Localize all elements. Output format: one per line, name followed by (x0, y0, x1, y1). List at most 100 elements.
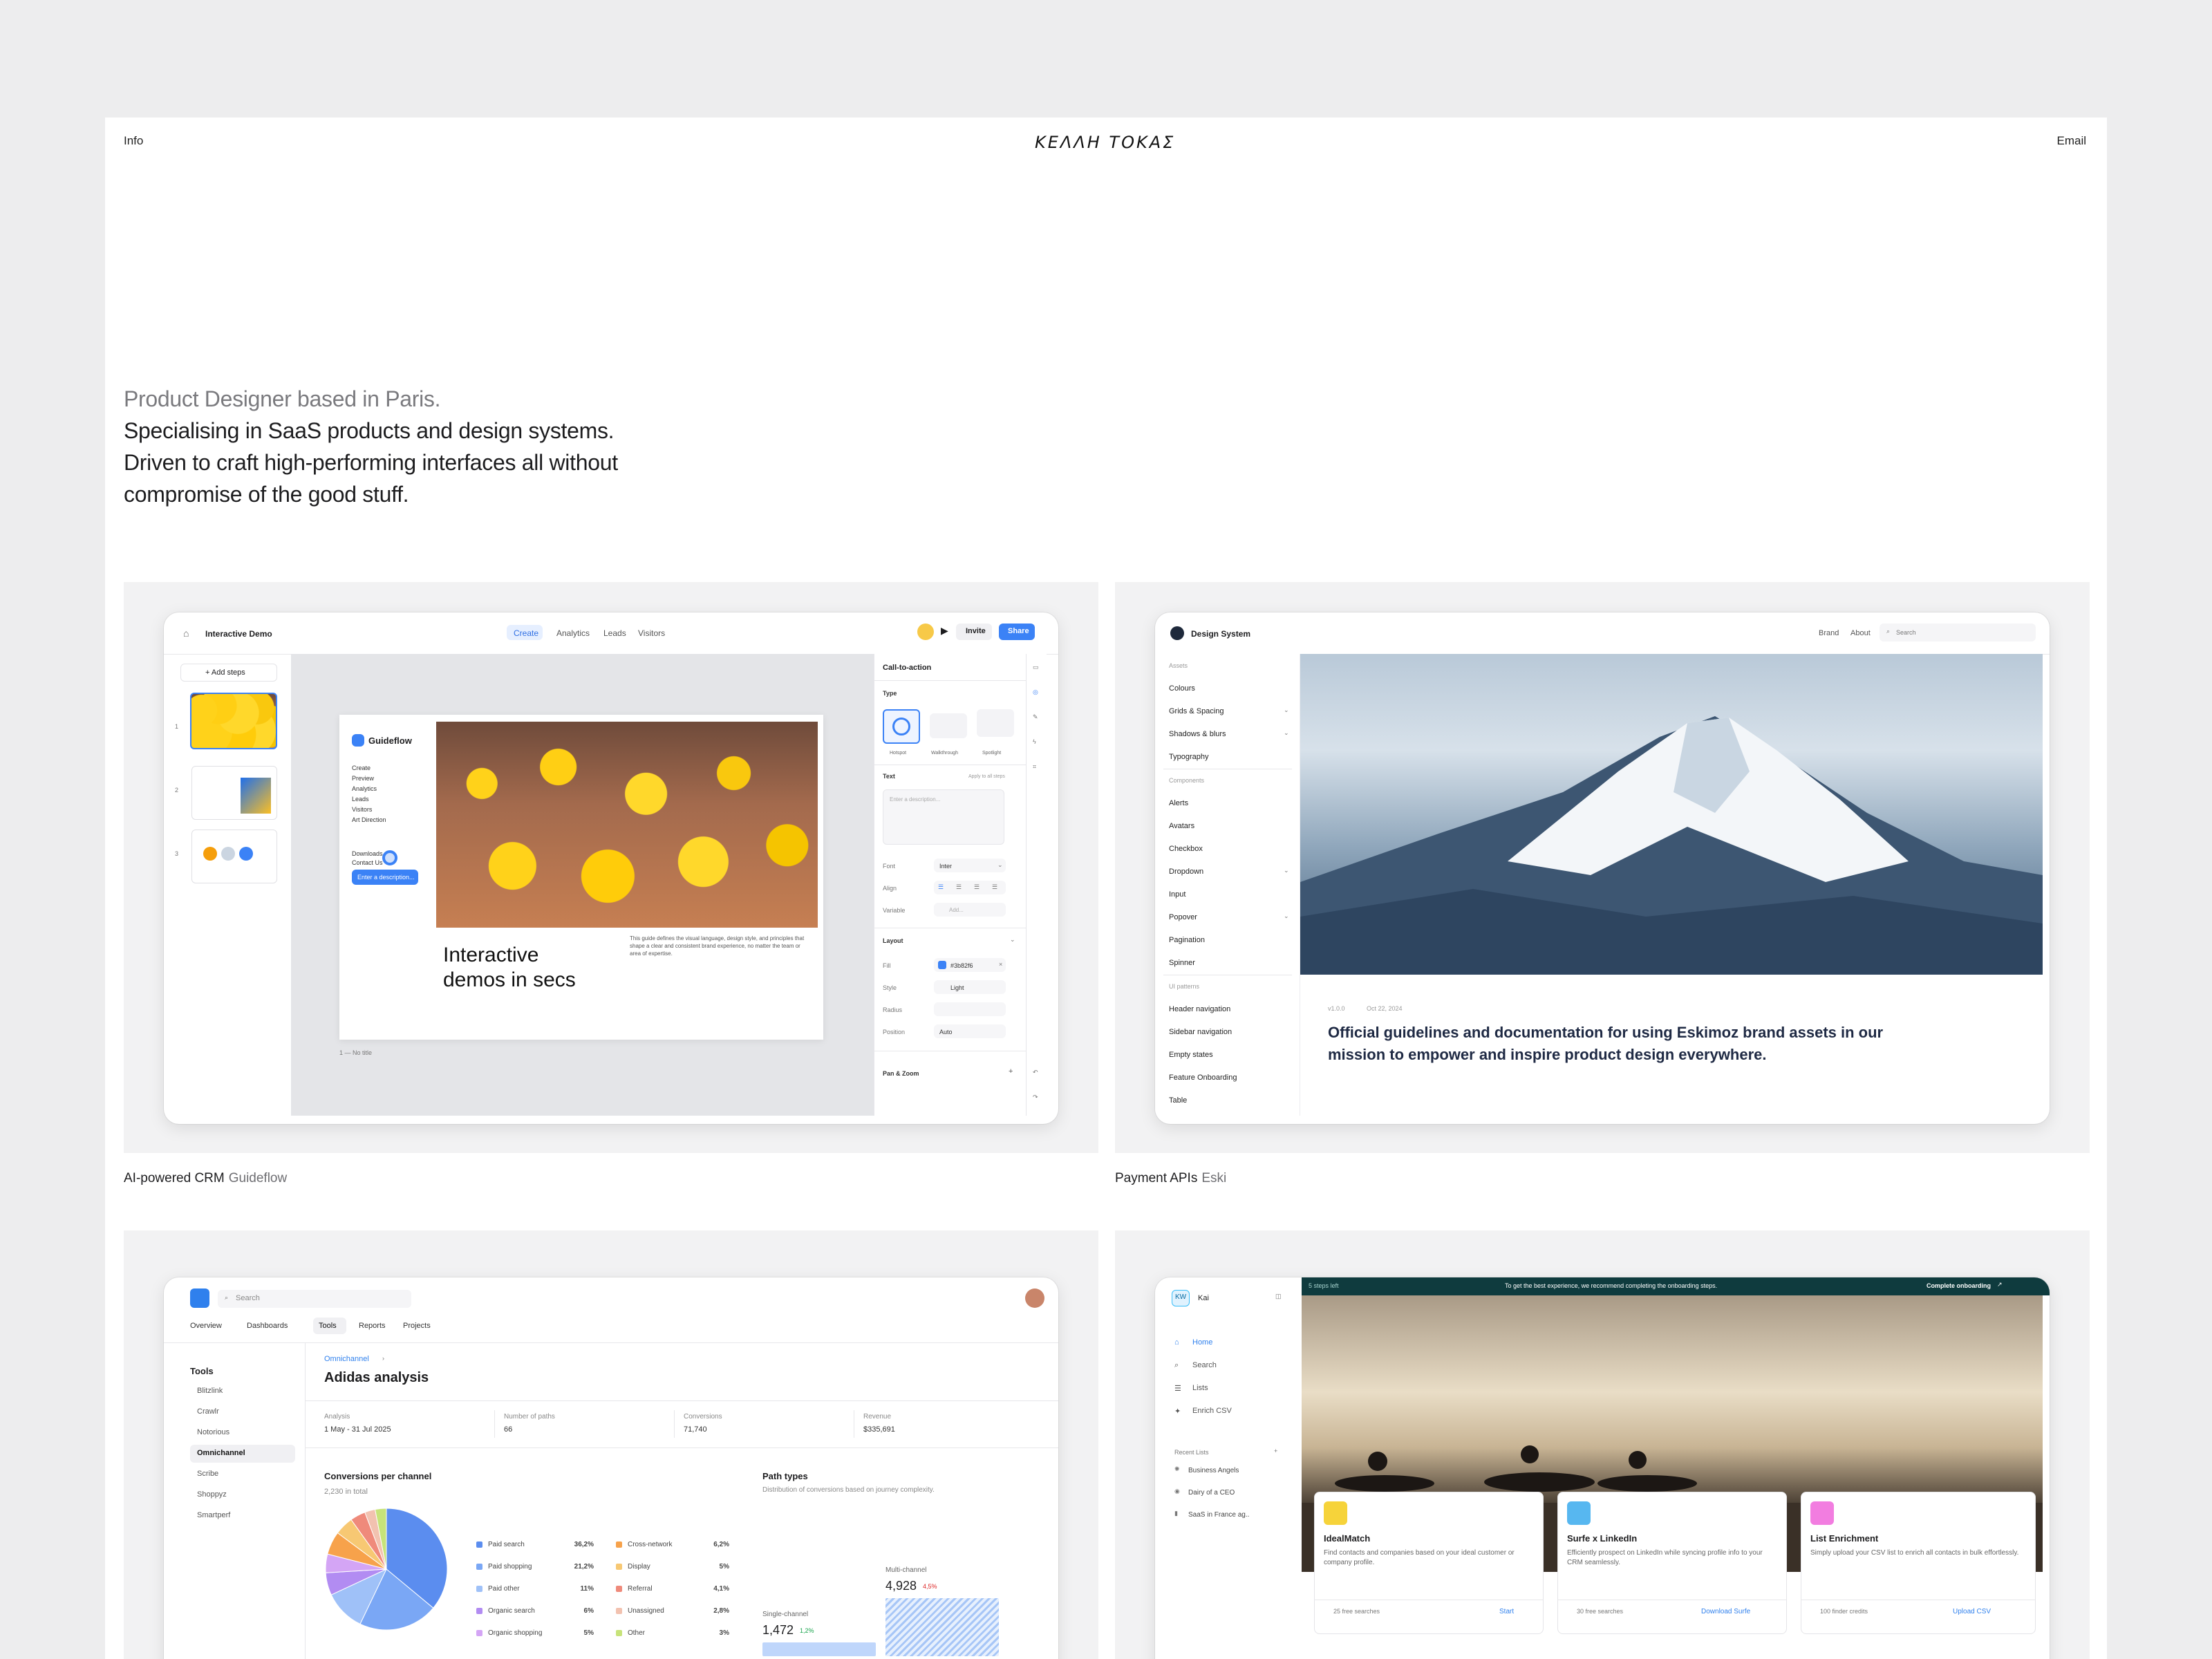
tab-analytics[interactable]: Analytics (556, 628, 590, 638)
type-walkthrough[interactable] (930, 713, 967, 738)
tab-overview[interactable]: Overview (190, 1322, 222, 1330)
banner-cta[interactable]: Complete onboarding (1927, 1282, 1991, 1289)
tab-reports[interactable]: Reports (359, 1322, 386, 1330)
align-center-icon[interactable]: ☰ (956, 883, 962, 891)
ds-item-grids[interactable]: Grids & Spacing (1169, 707, 1224, 715)
project-tile-kai[interactable]: KW Kai ◫ ⌂ Home ⌕ Search ☰ Lists ✦ Enric… (1115, 1230, 2090, 1659)
recent-list-1[interactable]: Business Angels (1188, 1467, 1239, 1474)
tab-tools[interactable]: Tools (319, 1322, 337, 1330)
ds-item-table[interactable]: Table (1169, 1096, 1187, 1105)
hotspot-icon[interactable] (382, 850, 397, 865)
tool-scribe[interactable]: Scribe (197, 1470, 218, 1478)
step-thumb-1[interactable] (190, 693, 277, 749)
avatar[interactable] (1025, 1288, 1044, 1308)
ds-item-sidebar-nav[interactable]: Sidebar navigation (1169, 1028, 1232, 1036)
ds-item-shadows[interactable]: Shadows & blurs (1169, 730, 1226, 738)
align-justify-icon[interactable]: ☰ (992, 883, 997, 891)
ds-item-typography[interactable]: Typography (1169, 753, 1208, 761)
editor-canvas[interactable]: Guideflow Create Preview Analytics Leads Vis… (291, 654, 874, 1116)
redo-icon[interactable]: ↷ (1033, 1094, 1038, 1101)
ds-item-header-nav[interactable]: Header navigation (1169, 1005, 1230, 1013)
right-legend-item[interactable]: Unassigned 2,8% (616, 1600, 729, 1622)
single-channel-bar[interactable] (762, 1642, 876, 1656)
nav-home[interactable]: Home (1192, 1338, 1212, 1347)
style-select[interactable] (934, 980, 1006, 994)
recent-list-3[interactable]: SaaS in France ag.. (1188, 1511, 1249, 1519)
step-thumb-2[interactable] (191, 766, 277, 820)
undo-icon[interactable]: ↶ (1033, 1069, 1038, 1076)
card-cta[interactable]: Upload CSV (1953, 1608, 1991, 1615)
sidebar-toggle-icon[interactable]: ◫ (1275, 1293, 1282, 1300)
multi-channel-bar[interactable] (885, 1598, 999, 1656)
project-tile-analytics[interactable]: ⌕ Search Overview Dashboards Tools Repor… (124, 1230, 1098, 1659)
right-legend-item[interactable]: Referral 4,1% (616, 1577, 729, 1600)
signature-logo[interactable]: ΚΕΛΛΗ ΤΟΚΑΣ (1035, 131, 1180, 152)
left-legend-item[interactable]: Paid search 36,2% (476, 1533, 594, 1555)
chevron-down-icon[interactable]: ⌄ (1284, 706, 1289, 714)
ds-item-dropdown[interactable]: Dropdown (1169, 868, 1203, 876)
project-caption-eski[interactable]: Payment APIs Eski (1115, 1171, 1226, 1186)
crop-icon[interactable]: ⌗ (1033, 763, 1036, 771)
project-caption-guideflow[interactable]: AI-powered CRM Guideflow (124, 1171, 287, 1186)
recent-list-2[interactable]: Dairy of a CEO (1188, 1489, 1235, 1497)
tool-crawlr[interactable]: Crawlr (197, 1407, 219, 1416)
tool-shoppyz[interactable]: Shoppyz (197, 1490, 227, 1499)
info-link[interactable]: Info (124, 134, 143, 148)
clear-icon[interactable]: × (999, 961, 1002, 968)
bolt-icon[interactable]: ϟ (1033, 738, 1036, 745)
ds-item-checkbox[interactable]: Checkbox (1169, 845, 1203, 853)
email-link[interactable]: Email (2056, 134, 2086, 148)
nav-enrich[interactable]: Enrich CSV (1192, 1407, 1232, 1415)
ds-item-colours[interactable]: Colours (1169, 684, 1195, 693)
layout-chevron-icon[interactable]: ⌄ (1010, 936, 1015, 944)
home-icon[interactable]: ⌂ (183, 628, 189, 639)
type-spotlight[interactable] (977, 709, 1014, 737)
tool-blitzlink[interactable]: Blitzlink (197, 1387, 223, 1395)
right-legend-item[interactable]: Cross-network 6,2% (616, 1533, 729, 1555)
left-legend-item[interactable]: Organic shopping 5% (476, 1622, 594, 1644)
right-legend-item[interactable]: Display 5% (616, 1555, 729, 1577)
ds-item-popover[interactable]: Popover (1169, 913, 1197, 921)
conversions-pie-chart[interactable] (323, 1506, 450, 1633)
ds-item-onboarding[interactable]: Feature Onboarding (1169, 1074, 1237, 1082)
project-tile-guideflow[interactable]: ⌂ Interactive Demo Create Analytics Lead… (124, 582, 1098, 1153)
project-tile-eski[interactable]: Design System Brand About ⌕ Search Asset… (1115, 582, 2090, 1153)
ds-item-alerts[interactable]: Alerts (1169, 799, 1188, 807)
ds-nav-brand[interactable]: Brand (1819, 629, 1839, 637)
chevron-down-icon[interactable]: ⌄ (1284, 729, 1289, 737)
ds-item-avatars[interactable]: Avatars (1169, 822, 1194, 830)
card-cta[interactable]: Start (1499, 1608, 1514, 1615)
tab-leads[interactable]: Leads (603, 628, 626, 638)
radius-group[interactable] (934, 1002, 1006, 1016)
nav-lists[interactable]: Lists (1192, 1384, 1208, 1392)
workspace-name[interactable]: Kai (1198, 1294, 1209, 1302)
breadcrumb[interactable]: Omnichannel (324, 1355, 369, 1363)
frame-icon[interactable]: ▭ (1033, 664, 1039, 671)
nav-search[interactable]: Search (1192, 1361, 1217, 1369)
card-cta[interactable]: Download Surfe (1701, 1608, 1750, 1615)
left-legend-item[interactable]: Organic search 6% (476, 1600, 594, 1622)
target-icon[interactable]: ◎ (1033, 688, 1038, 696)
play-icon[interactable]: ▶ (941, 625, 948, 637)
add-icon[interactable]: + (1274, 1447, 1277, 1454)
chevron-down-icon[interactable]: ⌄ (1284, 867, 1289, 874)
tab-projects[interactable]: Projects (403, 1322, 431, 1330)
tool-omnichannel[interactable]: Omnichannel (197, 1449, 245, 1457)
ds-item-empty-states[interactable]: Empty states (1169, 1051, 1213, 1059)
tab-visitors[interactable]: Visitors (638, 628, 665, 638)
avatar[interactable] (917, 624, 934, 640)
align-left-icon[interactable]: ☰ (938, 883, 944, 891)
chevron-down-icon[interactable]: ⌄ (1284, 912, 1289, 920)
tool-notorious[interactable]: Notorious (197, 1428, 229, 1436)
tab-dashboards[interactable]: Dashboards (247, 1322, 288, 1330)
left-legend-item[interactable]: Paid other 11% (476, 1577, 594, 1600)
align-right-icon[interactable]: ☰ (974, 883, 980, 891)
pen-icon[interactable]: ✎ (1033, 713, 1038, 721)
ds-item-pagination[interactable]: Pagination (1169, 936, 1205, 944)
ds-nav-about[interactable]: About (1850, 629, 1871, 637)
step-thumb-3[interactable] (191, 830, 277, 883)
variable-input[interactable] (934, 903, 1006, 917)
left-legend-item[interactable]: Paid shopping 21,2% (476, 1555, 594, 1577)
tab-create[interactable]: Create (514, 628, 538, 638)
right-legend-item[interactable]: Other 3% (616, 1622, 729, 1644)
